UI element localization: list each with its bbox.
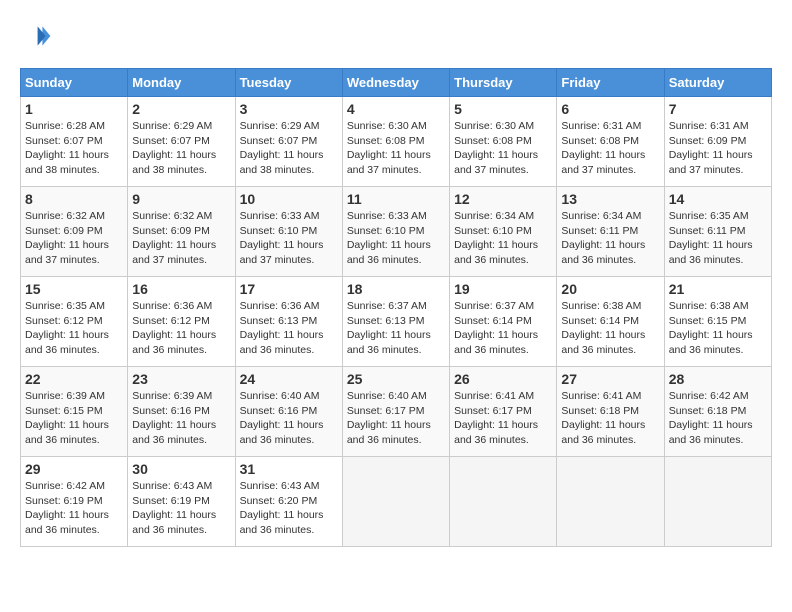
calendar-header-row: SundayMondayTuesdayWednesdayThursdayFrid…	[21, 69, 772, 97]
page-header	[20, 20, 772, 52]
day-header-friday: Friday	[557, 69, 664, 97]
calendar-day-24: 24Sunrise: 6:40 AM Sunset: 6:16 PM Dayli…	[235, 367, 342, 457]
day-header-tuesday: Tuesday	[235, 69, 342, 97]
calendar-day-21: 21Sunrise: 6:38 AM Sunset: 6:15 PM Dayli…	[664, 277, 771, 367]
calendar-day-13: 13Sunrise: 6:34 AM Sunset: 6:11 PM Dayli…	[557, 187, 664, 277]
calendar-day-empty	[664, 457, 771, 547]
calendar-day-15: 15Sunrise: 6:35 AM Sunset: 6:12 PM Dayli…	[21, 277, 128, 367]
day-header-saturday: Saturday	[664, 69, 771, 97]
day-header-monday: Monday	[128, 69, 235, 97]
calendar-day-19: 19Sunrise: 6:37 AM Sunset: 6:14 PM Dayli…	[450, 277, 557, 367]
calendar-day-30: 30Sunrise: 6:43 AM Sunset: 6:19 PM Dayli…	[128, 457, 235, 547]
day-header-wednesday: Wednesday	[342, 69, 449, 97]
calendar-day-7: 7Sunrise: 6:31 AM Sunset: 6:09 PM Daylig…	[664, 97, 771, 187]
calendar-day-29: 29Sunrise: 6:42 AM Sunset: 6:19 PM Dayli…	[21, 457, 128, 547]
calendar-week-5: 29Sunrise: 6:42 AM Sunset: 6:19 PM Dayli…	[21, 457, 772, 547]
calendar-day-17: 17Sunrise: 6:36 AM Sunset: 6:13 PM Dayli…	[235, 277, 342, 367]
calendar-day-2: 2Sunrise: 6:29 AM Sunset: 6:07 PM Daylig…	[128, 97, 235, 187]
calendar-day-27: 27Sunrise: 6:41 AM Sunset: 6:18 PM Dayli…	[557, 367, 664, 457]
calendar-week-1: 1Sunrise: 6:28 AM Sunset: 6:07 PM Daylig…	[21, 97, 772, 187]
calendar-day-empty	[342, 457, 449, 547]
calendar-week-2: 8Sunrise: 6:32 AM Sunset: 6:09 PM Daylig…	[21, 187, 772, 277]
calendar-day-23: 23Sunrise: 6:39 AM Sunset: 6:16 PM Dayli…	[128, 367, 235, 457]
calendar-week-4: 22Sunrise: 6:39 AM Sunset: 6:15 PM Dayli…	[21, 367, 772, 457]
calendar-day-10: 10Sunrise: 6:33 AM Sunset: 6:10 PM Dayli…	[235, 187, 342, 277]
calendar-day-11: 11Sunrise: 6:33 AM Sunset: 6:10 PM Dayli…	[342, 187, 449, 277]
calendar-week-3: 15Sunrise: 6:35 AM Sunset: 6:12 PM Dayli…	[21, 277, 772, 367]
calendar-day-22: 22Sunrise: 6:39 AM Sunset: 6:15 PM Dayli…	[21, 367, 128, 457]
calendar-day-12: 12Sunrise: 6:34 AM Sunset: 6:10 PM Dayli…	[450, 187, 557, 277]
calendar-day-20: 20Sunrise: 6:38 AM Sunset: 6:14 PM Dayli…	[557, 277, 664, 367]
calendar-day-4: 4Sunrise: 6:30 AM Sunset: 6:08 PM Daylig…	[342, 97, 449, 187]
logo-icon	[20, 20, 52, 52]
calendar-day-16: 16Sunrise: 6:36 AM Sunset: 6:12 PM Dayli…	[128, 277, 235, 367]
calendar-day-18: 18Sunrise: 6:37 AM Sunset: 6:13 PM Dayli…	[342, 277, 449, 367]
day-header-thursday: Thursday	[450, 69, 557, 97]
calendar-day-26: 26Sunrise: 6:41 AM Sunset: 6:17 PM Dayli…	[450, 367, 557, 457]
calendar-day-empty	[450, 457, 557, 547]
calendar-table: SundayMondayTuesdayWednesdayThursdayFrid…	[20, 68, 772, 547]
calendar-day-6: 6Sunrise: 6:31 AM Sunset: 6:08 PM Daylig…	[557, 97, 664, 187]
calendar-day-31: 31Sunrise: 6:43 AM Sunset: 6:20 PM Dayli…	[235, 457, 342, 547]
logo	[20, 20, 56, 52]
calendar-day-14: 14Sunrise: 6:35 AM Sunset: 6:11 PM Dayli…	[664, 187, 771, 277]
calendar-day-1: 1Sunrise: 6:28 AM Sunset: 6:07 PM Daylig…	[21, 97, 128, 187]
calendar-day-28: 28Sunrise: 6:42 AM Sunset: 6:18 PM Dayli…	[664, 367, 771, 457]
calendar-day-9: 9Sunrise: 6:32 AM Sunset: 6:09 PM Daylig…	[128, 187, 235, 277]
calendar-day-5: 5Sunrise: 6:30 AM Sunset: 6:08 PM Daylig…	[450, 97, 557, 187]
calendar-day-25: 25Sunrise: 6:40 AM Sunset: 6:17 PM Dayli…	[342, 367, 449, 457]
calendar-day-3: 3Sunrise: 6:29 AM Sunset: 6:07 PM Daylig…	[235, 97, 342, 187]
day-header-sunday: Sunday	[21, 69, 128, 97]
calendar-day-8: 8Sunrise: 6:32 AM Sunset: 6:09 PM Daylig…	[21, 187, 128, 277]
calendar-day-empty	[557, 457, 664, 547]
